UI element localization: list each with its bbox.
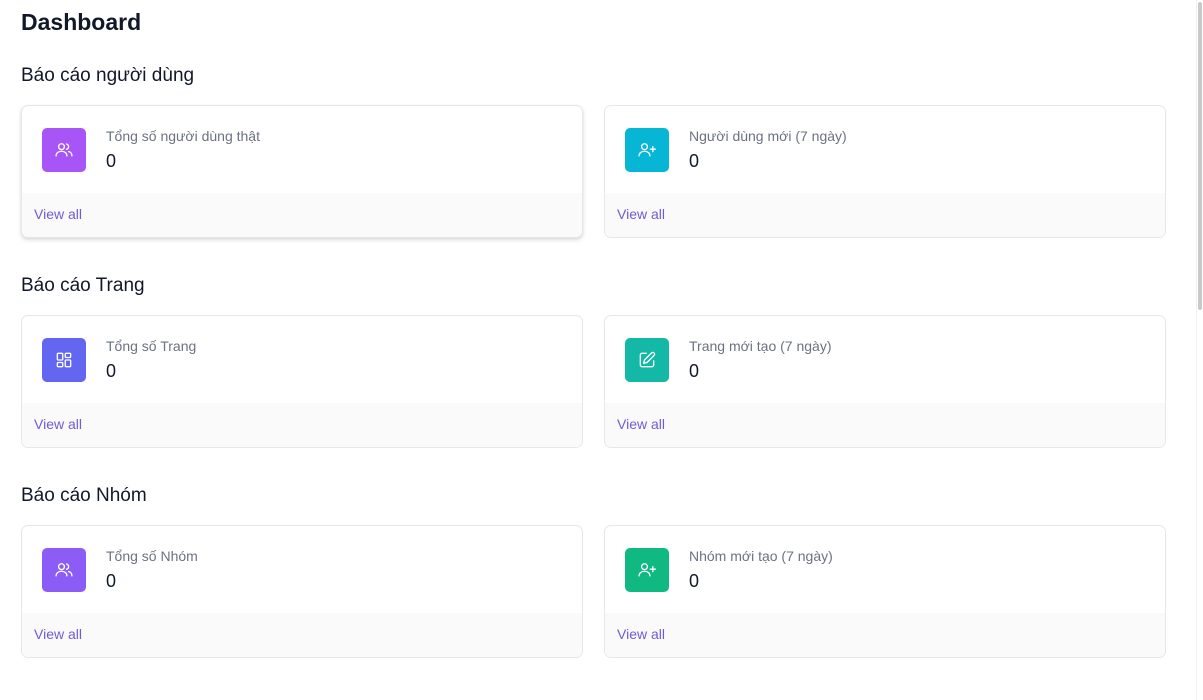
card-total-groups: Tổng số Nhóm 0 View all [21, 525, 583, 658]
card-value: 0 [689, 151, 700, 171]
card-value: 0 [689, 361, 700, 381]
section-title-groups: Báo cáo Nhóm [21, 485, 147, 506]
user-plus-icon [625, 548, 669, 592]
card-label: Tổng số người dùng thật [106, 128, 260, 144]
view-all-link[interactable]: View all [617, 206, 665, 222]
card-footer: View all [605, 403, 1165, 447]
section-title-users: Báo cáo người dùng [21, 65, 195, 86]
card-new-users: Người dùng mới (7 ngày) 0 View all [604, 105, 1166, 238]
page-scrollbar[interactable] [1196, 0, 1203, 700]
card-new-pages: Trang mới tạo (7 ngày) 0 View all [604, 315, 1166, 448]
card-label: Nhóm mới tạo (7 ngày) [689, 548, 833, 564]
view-all-link[interactable]: View all [34, 416, 82, 432]
card-label: Người dùng mới (7 ngày) [689, 128, 847, 144]
card-footer: View all [22, 403, 582, 447]
user-plus-icon [625, 128, 669, 172]
card-footer: View all [605, 613, 1165, 657]
grid-icon [42, 338, 86, 382]
scrollbar-thumb[interactable] [1198, 2, 1202, 310]
card-value: 0 [106, 361, 117, 381]
card-footer: View all [22, 613, 582, 657]
view-all-link[interactable]: View all [617, 416, 665, 432]
card-new-groups: Nhóm mới tạo (7 ngày) 0 View all [604, 525, 1166, 658]
card-label: Tổng số Nhóm [106, 548, 198, 564]
users-icon [42, 548, 86, 592]
view-all-link[interactable]: View all [34, 626, 82, 642]
card-value: 0 [106, 571, 117, 591]
card-total-pages: Tổng số Trang 0 View all [21, 315, 583, 448]
card-value: 0 [689, 571, 700, 591]
view-all-link[interactable]: View all [34, 206, 82, 222]
dashboard-page: Dashboard Báo cáo người dùng Tổng số ngư… [0, 0, 1196, 700]
card-footer: View all [605, 193, 1165, 237]
page-title: Dashboard [21, 9, 142, 35]
card-label: Tổng số Trang [106, 338, 197, 354]
section-title-pages: Báo cáo Trang [21, 275, 145, 296]
edit-icon [625, 338, 669, 382]
card-footer: View all [22, 193, 582, 237]
view-all-link[interactable]: View all [617, 626, 665, 642]
card-label: Trang mới tạo (7 ngày) [689, 338, 832, 354]
card-total-users: Tổng số người dùng thật 0 View all [21, 105, 583, 238]
card-value: 0 [106, 151, 117, 171]
users-icon [42, 128, 86, 172]
